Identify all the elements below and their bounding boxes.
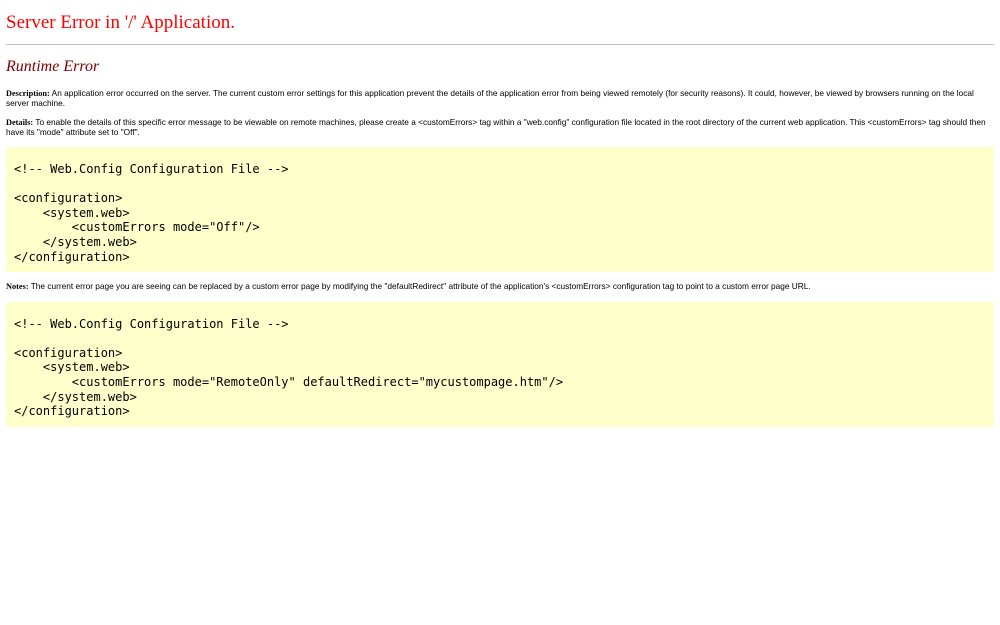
description-paragraph: Description: An application error occurr… <box>6 88 994 108</box>
details-code-block: <!-- Web.Config Configuration File --> <… <box>6 147 994 273</box>
notes-text: The current error page you are seeing ca… <box>30 281 811 292</box>
notes-code-block: <!-- Web.Config Configuration File --> <… <box>6 301 994 427</box>
error-subtitle: Runtime Error <box>6 58 100 75</box>
description-text: An application error occurred on the ser… <box>6 88 974 108</box>
details-text: To enable the details of this specific e… <box>6 117 986 137</box>
error-page: Server Error in '/' Application. Runtime… <box>0 0 1000 427</box>
details-paragraph: Details: To enable the details of this s… <box>6 117 994 137</box>
title-divider <box>6 44 994 45</box>
notes-paragraph: Notes: The current error page you are se… <box>6 281 994 292</box>
page-title: Server Error in '/' Application. <box>6 12 235 33</box>
notes-label: Notes: <box>6 282 29 292</box>
